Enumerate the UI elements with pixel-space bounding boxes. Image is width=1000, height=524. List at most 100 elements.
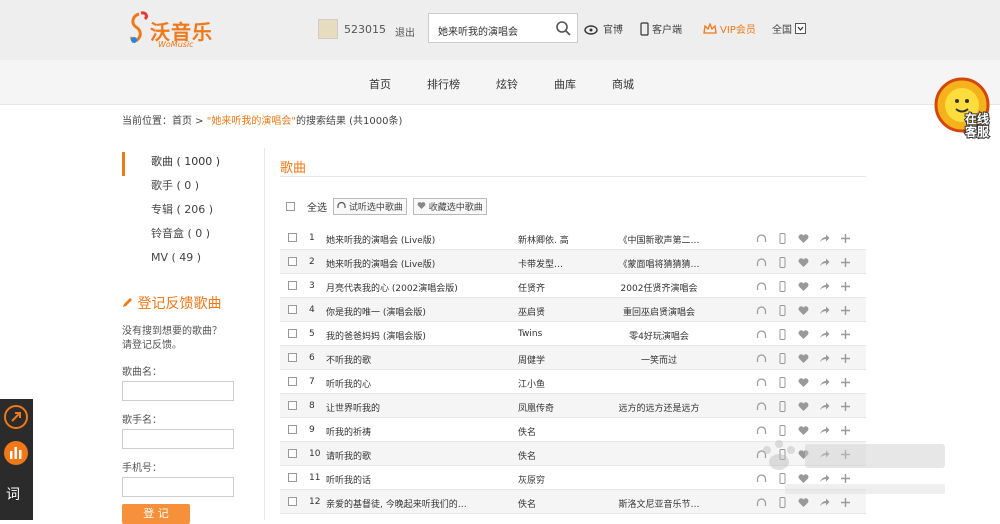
song-singer[interactable]: 新林卿依. 高: [518, 233, 590, 246]
listen-icon[interactable]: [756, 257, 767, 268]
song-title[interactable]: 我的爸爸妈妈 (演唱会版): [326, 329, 502, 342]
table-row[interactable]: 8 让世界听我的 凤凰传奇 远方的远方还是远方: [280, 394, 866, 418]
table-row[interactable]: 5 我的爸爸妈妈 (演唱会版) Twins 零4好玩演唱会: [280, 322, 866, 346]
phone-field[interactable]: [122, 477, 234, 497]
category-mv[interactable]: MV ( 49 ): [122, 248, 250, 272]
category-singers[interactable]: 歌手 ( 0 ): [122, 176, 250, 200]
listen-icon[interactable]: [756, 401, 767, 412]
add-icon[interactable]: [840, 401, 851, 412]
song-title[interactable]: 你是我的唯一 (演唱会版): [326, 305, 502, 318]
heart-icon[interactable]: [798, 377, 809, 388]
heart-icon[interactable]: [798, 329, 809, 340]
song-singer[interactable]: Twins: [518, 329, 590, 339]
select-all-checkbox[interactable]: [286, 202, 295, 211]
ringtone-icon[interactable]: [777, 257, 788, 268]
row-checkbox[interactable]: [288, 425, 297, 434]
singer-name-field[interactable]: [122, 429, 234, 449]
song-title[interactable]: 她来听我的演唱会 (Live版): [326, 233, 502, 246]
category-songs[interactable]: 歌曲 ( 1000 ): [122, 152, 250, 176]
heart-icon[interactable]: [798, 257, 809, 268]
share-icon[interactable]: [819, 401, 830, 412]
ringtone-icon[interactable]: [777, 305, 788, 316]
share-icon[interactable]: [819, 305, 830, 316]
heart-icon[interactable]: [798, 233, 809, 244]
nav-store[interactable]: 商城: [612, 76, 634, 92]
song-singer[interactable]: 周健学: [518, 353, 590, 366]
song-album[interactable]: 重回巫启贤演唱会: [604, 305, 714, 318]
search-input[interactable]: 她来听我的演唱会: [438, 23, 518, 38]
lyrics-button[interactable]: 词: [6, 484, 20, 504]
equalizer-icon[interactable]: [2, 439, 30, 467]
table-row[interactable]: 7 听听我的心 江小鱼: [280, 370, 866, 394]
song-singer[interactable]: 佚名: [518, 497, 590, 510]
add-icon[interactable]: [840, 233, 851, 244]
song-name-field[interactable]: [122, 381, 234, 401]
logout-link[interactable]: 退出: [395, 24, 415, 39]
client-link[interactable]: 客户端: [640, 21, 682, 36]
song-singer[interactable]: 佚名: [518, 449, 590, 462]
listen-icon[interactable]: [756, 233, 767, 244]
row-checkbox[interactable]: [288, 377, 297, 386]
listen-icon[interactable]: [756, 329, 767, 340]
heart-icon[interactable]: [798, 353, 809, 364]
ringtone-icon[interactable]: [777, 401, 788, 412]
share-icon[interactable]: [819, 377, 830, 388]
share-icon[interactable]: [2, 403, 30, 431]
add-icon[interactable]: [840, 281, 851, 292]
song-title[interactable]: 月亮代表我的心 (2002演唱会版): [326, 281, 502, 294]
submit-button[interactable]: 登 记: [122, 504, 190, 524]
song-title[interactable]: 不听我的歌: [326, 353, 502, 366]
song-album[interactable]: 《中国新歌声第二…: [604, 233, 714, 246]
row-checkbox[interactable]: [288, 329, 297, 338]
ringtone-icon[interactable]: [777, 233, 788, 244]
song-title[interactable]: 亲爱的基督徒, 今晚起来听我们的…: [326, 497, 502, 510]
logo[interactable]: 沃音乐 WoMusic: [128, 10, 228, 50]
vip-link[interactable]: VIP会员: [703, 21, 756, 36]
heart-icon[interactable]: [798, 281, 809, 292]
song-singer[interactable]: 凤凰传奇: [518, 401, 590, 414]
add-icon[interactable]: [840, 329, 851, 340]
nav-library[interactable]: 曲库: [554, 76, 576, 92]
avatar[interactable]: [318, 19, 338, 39]
customer-service-widget[interactable]: 在线 客服: [928, 75, 996, 147]
song-singer[interactable]: 任贤齐: [518, 281, 590, 294]
ringtone-icon[interactable]: [777, 329, 788, 340]
row-checkbox[interactable]: [288, 305, 297, 314]
nav-charts[interactable]: 排行榜: [427, 76, 460, 92]
song-album[interactable]: 《蒙面唱将猜猜猜…: [604, 257, 714, 270]
share-icon[interactable]: [819, 329, 830, 340]
row-checkbox[interactable]: [288, 257, 297, 266]
listen-icon[interactable]: [756, 377, 767, 388]
listen-icon[interactable]: [756, 305, 767, 316]
share-icon[interactable]: [819, 281, 830, 292]
search-box[interactable]: 她来听我的演唱会: [428, 13, 578, 43]
song-album[interactable]: 一笑而过: [604, 353, 714, 366]
song-title[interactable]: 听听我的心: [326, 377, 502, 390]
row-checkbox[interactable]: [288, 353, 297, 362]
category-albums[interactable]: 专辑 ( 206 ): [122, 200, 250, 224]
breadcrumb-prefix[interactable]: 当前位置：首页 >: [122, 116, 207, 127]
user-id[interactable]: 523015: [344, 23, 386, 36]
song-singer[interactable]: 卡带发型…: [518, 257, 590, 270]
add-icon[interactable]: [840, 353, 851, 364]
nav-ringtones[interactable]: 炫铃: [496, 76, 518, 92]
table-row[interactable]: 3 月亮代表我的心 (2002演唱会版) 任贤齐 2002任贤齐演唱会: [280, 274, 866, 298]
ringtone-icon[interactable]: [777, 353, 788, 364]
category-ringbox[interactable]: 铃音盒 ( 0 ): [122, 224, 250, 248]
row-checkbox[interactable]: [288, 233, 297, 242]
heart-icon[interactable]: [798, 401, 809, 412]
ringtone-icon[interactable]: [777, 377, 788, 388]
listen-icon[interactable]: [756, 353, 767, 364]
table-row[interactable]: 6 不听我的歌 周健学 一笑而过: [280, 346, 866, 370]
add-icon[interactable]: [840, 377, 851, 388]
select-all-label[interactable]: 全选: [307, 199, 327, 214]
listen-icon[interactable]: [756, 281, 767, 292]
song-title[interactable]: 听听我的话: [326, 473, 502, 486]
weibo-link[interactable]: 官博: [584, 21, 623, 36]
heart-icon[interactable]: [798, 305, 809, 316]
song-title[interactable]: 请听我的歌: [326, 449, 502, 462]
add-icon[interactable]: [840, 257, 851, 268]
song-singer[interactable]: 灰原穷: [518, 473, 590, 486]
table-row[interactable]: 2 她来听我的演唱会 (Live版) 卡带发型… 《蒙面唱将猜猜猜…: [280, 250, 866, 274]
table-row[interactable]: 4 你是我的唯一 (演唱会版) 巫启贤 重回巫启贤演唱会: [280, 298, 866, 322]
